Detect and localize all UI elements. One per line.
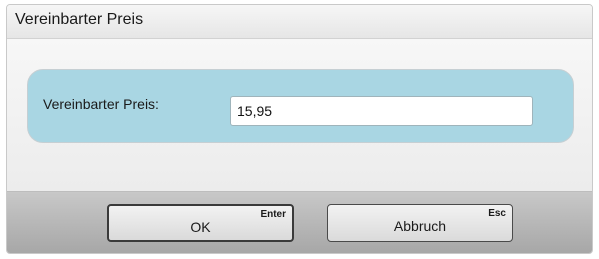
price-panel: Vereinbarter Preis: [27,69,574,143]
ok-button[interactable]: OK Enter [107,204,294,242]
price-label: Vereinbarter Preis: [43,96,159,112]
dialog-content: Vereinbarter Preis: [7,39,592,191]
cancel-button[interactable]: Abbruch Esc [327,204,513,242]
cancel-shortcut-hint: Esc [488,208,506,219]
price-input[interactable] [230,96,533,126]
dialog-titlebar: Vereinbarter Preis [7,5,592,39]
cancel-button-label: Abbruch [393,218,447,234]
ok-button-label: OK [190,219,211,235]
agreed-price-dialog: Vereinbarter Preis Vereinbarter Preis: O… [6,4,593,254]
dialog-title: Vereinbarter Preis [15,11,144,28]
ok-shortcut-hint: Enter [260,209,286,220]
button-bar: OK Enter Abbruch Esc [7,191,592,253]
